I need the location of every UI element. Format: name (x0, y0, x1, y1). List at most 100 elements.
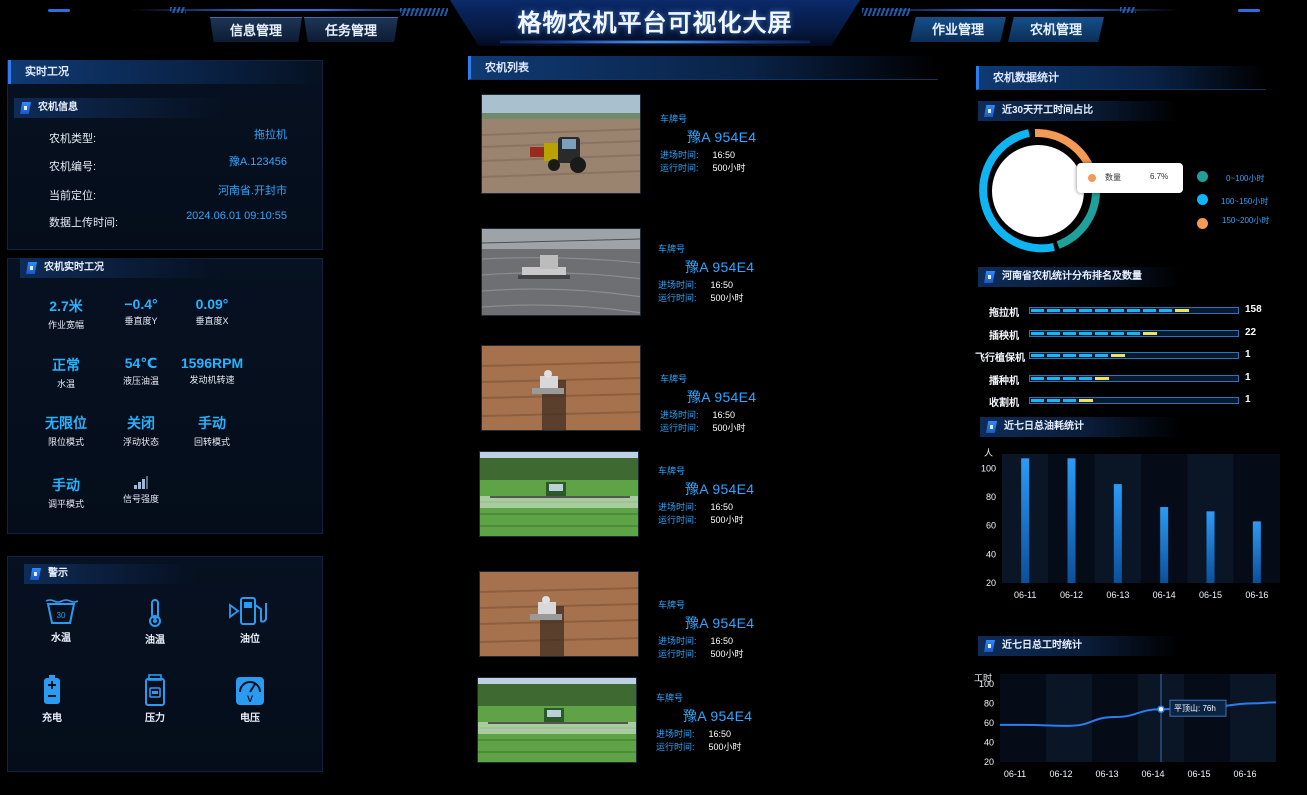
tab-info-management[interactable]: 信息管理 (210, 17, 302, 42)
plate-label: 车牌号 (656, 693, 684, 703)
warning-oil-temp: 油温 (125, 598, 185, 646)
rank-count: 22 (1245, 326, 1257, 338)
entry-time-value: 16:50 (710, 502, 734, 512)
rank-bar (1029, 397, 1239, 404)
signal-icon (134, 476, 148, 489)
tab-task-management[interactable]: 任务管理 (304, 17, 398, 42)
rank-bar-segment (1031, 399, 1044, 402)
rank-bar-segment (1063, 331, 1076, 335)
stat-float-state: 关闭 浮动状态 (122, 415, 159, 447)
y-tick-label: 60 (984, 718, 994, 728)
plate-number: 豫A 954E4 (685, 259, 755, 275)
fuel-pump-icon (229, 597, 267, 625)
line-column-band (1184, 674, 1230, 762)
tooltip-value: 6.7% (1150, 172, 1169, 181)
pressure-icon (145, 674, 165, 706)
x-tick-label: 06-13 (1095, 769, 1118, 779)
machine-photo[interactable] (479, 571, 639, 657)
legend-dot-100-150 (1197, 194, 1208, 205)
header-accent-right (1238, 9, 1260, 12)
rank-bar-segment (1063, 309, 1076, 312)
machine-card-4[interactable]: 车牌号 豫A 954E4 进场时间: 16:50 运行时间: 500小时 (658, 464, 754, 527)
rank-bar (1029, 352, 1239, 359)
rank-bar-segment (1143, 309, 1156, 312)
x-tick-label: 06-16 (1245, 590, 1268, 600)
section-icon (984, 640, 995, 652)
plate-number: 豫A 954E4 (685, 615, 755, 631)
title-glow (500, 40, 810, 44)
x-tick-label: 06-11 (1004, 769, 1026, 779)
run-time-value: 500小时 (710, 649, 744, 659)
machine-photo[interactable] (481, 345, 641, 431)
rank-bar-tip (1095, 376, 1109, 380)
run-time-label: 运行时间: (660, 163, 699, 173)
header-stripes-right (862, 8, 910, 16)
machine-photo[interactable] (477, 677, 637, 763)
bar (1113, 484, 1122, 583)
rank-count: 1 (1245, 349, 1251, 360)
donut-header: 近30天开工时间占比 (978, 101, 1178, 121)
rank-count: 1 (1245, 394, 1251, 405)
legend-label-0-100: 0~100小时 (1226, 174, 1265, 183)
run-time-value: 500小时 (712, 163, 746, 173)
tab-operation-management[interactable]: 作业管理 (910, 17, 1006, 42)
machine-photo[interactable] (481, 94, 641, 194)
machine-card-1[interactable]: 车牌号 豫A 954E4 进场时间: 16:50 运行时间: 500小时 (660, 112, 756, 175)
entry-time-value: 16:50 (712, 410, 736, 420)
bar (1252, 521, 1261, 583)
x-tick-label: 06-15 (1199, 590, 1222, 600)
plate-number: 豫A 954E4 (685, 481, 755, 497)
voltmeter-icon: V (236, 677, 264, 705)
warning-voltage: V 电压 (220, 676, 280, 724)
sprayer-photo (480, 452, 638, 536)
x-tick-label: 06-16 (1233, 769, 1256, 779)
line-column-band (1046, 674, 1092, 762)
header-accent-left (48, 9, 70, 12)
machine-card-2[interactable]: 车牌号 豫A 954E4 进场时间: 16:50 运行时间: 500小时 (658, 242, 754, 305)
info-label-location: 当前定位: (49, 190, 97, 202)
rank-bar-segment (1079, 331, 1092, 335)
info-value-id: 豫A.123456 (228, 156, 287, 168)
rank-bar-tip (1175, 309, 1189, 312)
header-stripes-left (400, 8, 448, 16)
rank-bar (1029, 374, 1239, 382)
header-stripes-far-left (170, 7, 186, 13)
run-time-label: 运行时间: (656, 742, 695, 752)
rank-count: 158 (1245, 304, 1262, 315)
svg-text:30: 30 (57, 611, 66, 620)
run-time-label: 运行时间: (658, 649, 697, 659)
machine-list-title: 农机列表 (468, 56, 938, 80)
warning-title: 警示 (48, 568, 68, 579)
stat-vertical-x: 0.09° 垂直度X (195, 296, 229, 326)
machine-card-5[interactable]: 车牌号 豫A 954E4 进场时间: 16:50 运行时间: 500小时 (658, 598, 754, 661)
x-tick-label: 06-12 (1049, 769, 1072, 779)
plate-label: 车牌号 (658, 466, 686, 476)
machine-photo[interactable] (479, 451, 639, 537)
run-time-value: 500小时 (710, 515, 744, 525)
line-column-band (1230, 674, 1276, 762)
machine-info-header: 农机信息 (14, 98, 224, 118)
warning-header: 警示 (24, 564, 194, 584)
machine-card-6[interactable]: 车牌号 豫A 954E4 进场时间: 16:50 运行时间: 500小时 (656, 691, 752, 754)
rank-bar-segment (1063, 399, 1076, 402)
svg-text:V: V (247, 694, 253, 704)
entry-time-label: 进场时间: (658, 502, 697, 512)
machine-photo[interactable] (481, 228, 641, 316)
plate-number: 豫A 954E4 (687, 129, 757, 145)
entry-time-value: 16:50 (710, 636, 734, 646)
tab-machine-management[interactable]: 农机管理 (1008, 17, 1104, 42)
plate-label: 车牌号 (660, 374, 688, 384)
plate-number: 豫A 954E4 (687, 389, 757, 405)
hours-line-chart: 工时10080604020平顶山: 76h06-11 06-12 06-13 06-1… (974, 672, 1277, 779)
info-label-id: 农机编号: (49, 161, 97, 173)
machine-card-3[interactable]: 车牌号 豫A 954E4 进场时间: 16:50 运行时间: 500小时 (660, 372, 756, 435)
paddy-planter-photo (482, 229, 640, 315)
section-icon (26, 262, 37, 274)
info-label-type: 农机类型: (49, 133, 97, 145)
status-header: 农机实时工况 (20, 258, 220, 278)
ranking-title: 河南省农机统计分布排名及数量 (1002, 271, 1142, 282)
fuel-chart-title: 近七日总油耗统计 (1004, 421, 1084, 432)
rank-bar (1029, 307, 1239, 314)
info-value-location: 河南省.开封市 (217, 185, 287, 197)
hover-point (1157, 705, 1165, 713)
